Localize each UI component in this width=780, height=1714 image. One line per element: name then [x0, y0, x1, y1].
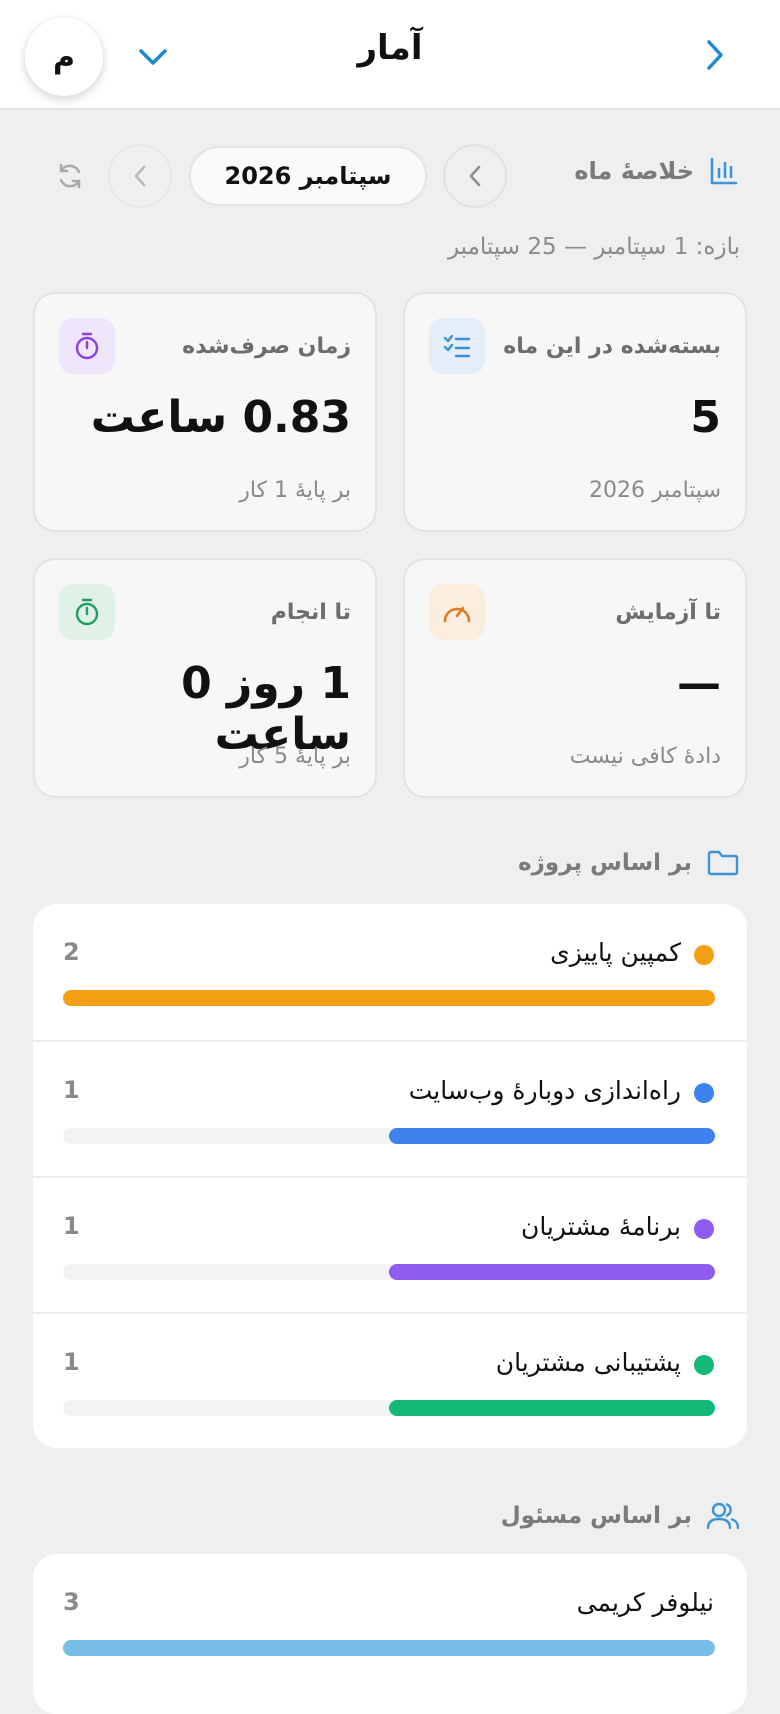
- time-spent-card: زمان صرف‌شده 0.83 ساعت بر پایهٔ 1 کار: [33, 292, 377, 532]
- by-project-heading: بر اساس پروژه: [518, 848, 740, 878]
- project-bar-track: [63, 1400, 715, 1416]
- card-label: بسته‌شده در این ماه: [503, 334, 721, 359]
- card-label: تا انجام: [270, 600, 351, 625]
- assignee-bar-fill: [63, 1640, 715, 1656]
- card-value: —: [677, 658, 721, 709]
- by-assignee-heading: بر اساس مسئول: [501, 1500, 740, 1532]
- top-bar: آمار م: [0, 0, 780, 110]
- project-color-dot: [694, 1355, 714, 1375]
- month-selector[interactable]: سپتامبر 2026: [189, 146, 427, 206]
- project-name: برنامهٔ مشتریان: [520, 1212, 681, 1241]
- month-label: سپتامبر 2026: [224, 162, 392, 190]
- previous-month-button[interactable]: [443, 144, 507, 208]
- timer-icon-box: [59, 584, 115, 640]
- checklist-icon: [443, 334, 471, 358]
- card-label: تا آزمایش: [615, 600, 721, 625]
- card-value: 5: [690, 392, 721, 443]
- card-subtext: بر پایهٔ 1 کار: [239, 478, 351, 503]
- project-name: کمپین پاییزی: [550, 938, 681, 967]
- stopwatch-icon: [75, 332, 99, 360]
- closed-this-month-card: بسته‌شده در این ماه 5 سپتامبر 2026: [403, 292, 747, 532]
- assignee-name: نیلوفر کریمی: [576, 1588, 714, 1617]
- project-count: 1: [63, 1076, 80, 1104]
- chevron-left-icon: [469, 165, 481, 187]
- project-bar-fill: [389, 1128, 715, 1144]
- card-label: زمان صرف‌شده: [182, 334, 351, 359]
- project-bar-track: [63, 990, 715, 1006]
- stopwatch-icon-box: [59, 318, 115, 374]
- project-color-dot: [694, 1219, 714, 1239]
- project-count: 1: [63, 1212, 80, 1240]
- project-row[interactable]: برنامهٔ مشتریان 1: [33, 1176, 747, 1312]
- project-color-dot: [694, 945, 714, 965]
- account-menu-button[interactable]: [128, 32, 178, 82]
- project-bar-track: [63, 1264, 715, 1280]
- chevron-left-icon: [134, 165, 146, 187]
- assignee-bar-track: [63, 1640, 715, 1656]
- project-color-dot: [694, 1083, 714, 1103]
- card-subtext: سپتامبر 2026: [589, 478, 721, 503]
- by-project-label: بر اساس پروژه: [518, 850, 692, 876]
- project-bar-fill: [389, 1400, 715, 1416]
- page-title: آمار: [357, 28, 423, 68]
- project-name: پشتیبانی مشتریان: [495, 1348, 681, 1377]
- card-value: 0.83 ساعت: [90, 392, 351, 443]
- bar-chart-icon: [710, 157, 738, 185]
- users-icon: [706, 1502, 740, 1530]
- refresh-icon: [59, 163, 81, 189]
- month-summary-heading: خلاصهٔ ماه: [574, 155, 740, 187]
- until-done-card: تا انجام 1 روز 0 ساعت بر پایهٔ 5 کار: [33, 558, 377, 798]
- project-bar-fill: [63, 990, 715, 1006]
- card-subtext: دادهٔ کافی نیست: [569, 744, 721, 769]
- assignees-panel: نیلوفر کریمی 3: [33, 1554, 747, 1714]
- gauge-icon-box: [429, 584, 485, 640]
- avatar[interactable]: م: [25, 18, 103, 96]
- until-test-card: تا آزمایش — دادهٔ کافی نیست: [403, 558, 747, 798]
- project-name: راه‌اندازی دوبارهٔ وب‌سایت: [408, 1076, 681, 1105]
- next-month-button[interactable]: [108, 144, 172, 208]
- project-count: 2: [63, 938, 80, 966]
- project-bar-track: [63, 1128, 715, 1144]
- project-row[interactable]: کمپین پاییزی 2: [33, 904, 747, 1040]
- project-bar-fill: [389, 1264, 715, 1280]
- date-range-text: بازه: 1 سپتامبر — 25 سپتامبر: [447, 234, 740, 260]
- projects-panel: کمپین پاییزی 2 راه‌اندازی دوبارهٔ وب‌سای…: [33, 904, 747, 1448]
- card-subtext: بر پایهٔ 5 کار: [239, 744, 351, 769]
- by-assignee-label: بر اساس مسئول: [500, 1503, 692, 1529]
- refresh-button[interactable]: [44, 150, 96, 202]
- project-row[interactable]: راه‌اندازی دوبارهٔ وب‌سایت 1: [33, 1040, 747, 1176]
- timer-icon: [75, 598, 99, 626]
- assignee-row[interactable]: نیلوفر کریمی 3: [33, 1554, 747, 1690]
- project-row[interactable]: پشتیبانی مشتریان 1: [33, 1312, 747, 1448]
- gauge-icon: [443, 606, 471, 623]
- folder-icon: [707, 850, 739, 876]
- project-count: 1: [63, 1348, 80, 1376]
- checklist-icon-box: [429, 318, 485, 374]
- assignee-count: 3: [63, 1588, 80, 1616]
- chevron-down-icon: [139, 49, 167, 65]
- month-summary-label: خلاصهٔ ماه: [574, 157, 694, 185]
